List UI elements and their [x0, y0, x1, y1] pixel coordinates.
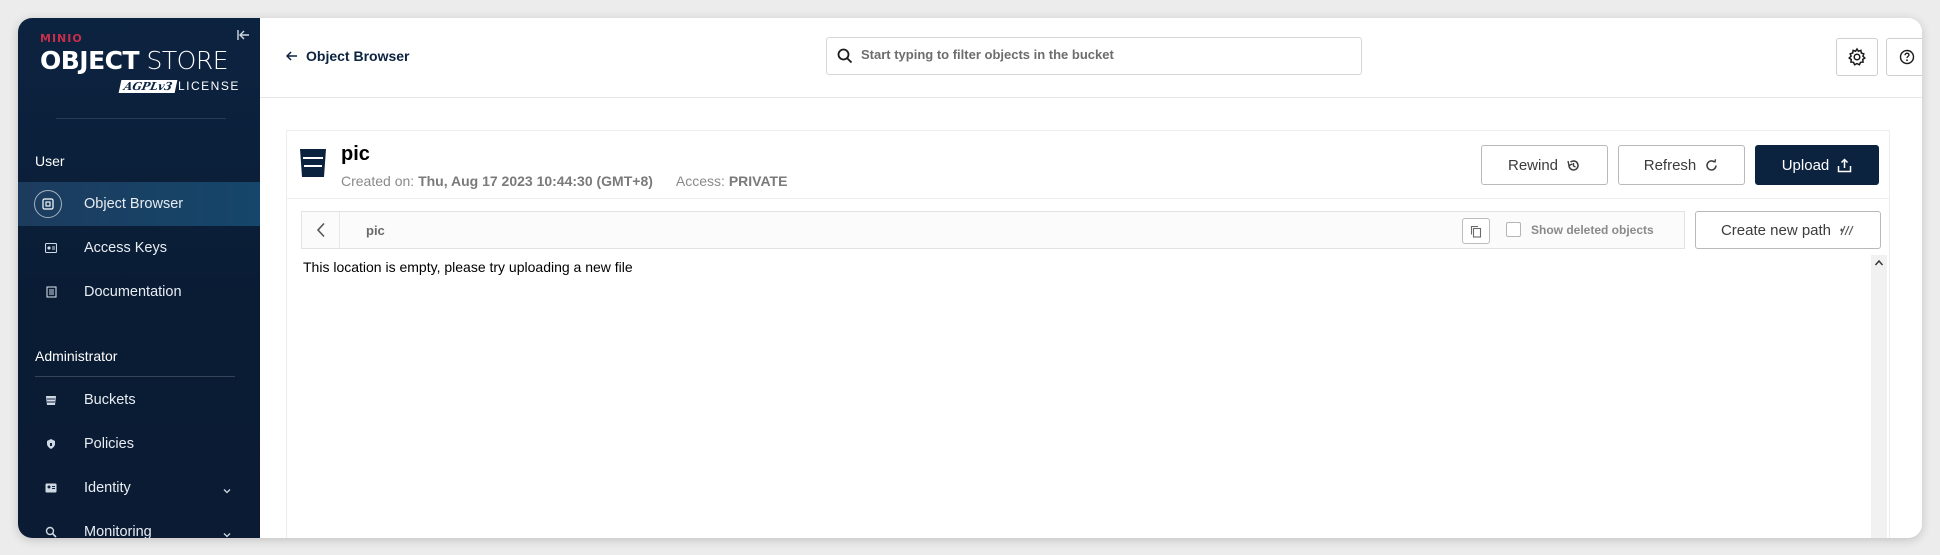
breadcrumb[interactable]: pic	[366, 223, 385, 238]
identity-icon	[42, 479, 60, 497]
chevron-down-icon	[222, 527, 232, 538]
main-content: Object Browser Start typing to filter ob…	[260, 18, 1922, 538]
search-input[interactable]	[861, 47, 1341, 62]
show-deleted-label: Show deleted objects	[1531, 222, 1654, 237]
search-box	[826, 37, 1362, 75]
show-deleted-checkbox[interactable]	[1506, 222, 1521, 237]
sidebar-item-buckets[interactable]: Buckets	[18, 378, 260, 422]
documentation-icon	[42, 283, 60, 301]
sidebar-item-monitoring[interactable]: Monitoring	[18, 510, 260, 538]
collapse-sidebar-icon[interactable]	[236, 28, 252, 44]
sidebar-item-label: Monitoring	[84, 524, 152, 538]
created-value: Thu, Aug 17 2023 10:44:30 (GMT+8)	[418, 173, 653, 189]
object-browser-icon	[34, 190, 62, 218]
refresh-label: Refresh	[1643, 156, 1697, 174]
sidebar-item-label: Buckets	[84, 392, 136, 408]
logo-badge: AGPLv3	[118, 80, 178, 93]
buckets-icon	[42, 391, 60, 409]
create-new-path-button[interactable]: Create new path	[1695, 211, 1881, 249]
sidebar-item-label: Identity	[84, 480, 131, 496]
search-icon	[837, 48, 853, 64]
upload-icon	[1838, 157, 1852, 172]
logo-license: LICENSE	[178, 79, 240, 93]
chevron-left-icon	[316, 222, 325, 238]
sidebar-item-label: Object Browser	[84, 196, 184, 212]
rewind-button[interactable]: Rewind	[1481, 145, 1608, 185]
logo: MINIO OBJECT STORE AGPLv3 LICENSE	[40, 32, 240, 112]
help-button[interactable]	[1886, 38, 1922, 76]
create-path-label: Create new path	[1720, 221, 1832, 239]
back-link[interactable]: Object Browser	[285, 48, 410, 64]
bucket-panel: pic Created on: Thu, Aug 17 2023 10:44:3…	[286, 130, 1890, 538]
sidebar-item-policies[interactable]: Policies	[18, 422, 260, 466]
help-icon	[1899, 49, 1915, 65]
gear-icon	[1848, 47, 1866, 66]
copy-icon	[1470, 225, 1482, 238]
show-deleted-toggle[interactable]: Show deleted objects	[1506, 222, 1654, 237]
access-label: Access:	[675, 173, 725, 189]
settings-button[interactable]	[1836, 38, 1878, 76]
app-window: MINIO OBJECT STORE AGPLv3 LICENSE User O…	[18, 18, 1922, 538]
sidebar-item-access-keys[interactable]: Access Keys	[18, 226, 260, 270]
arrow-left-icon	[285, 48, 298, 64]
monitoring-icon	[42, 523, 60, 538]
sidebar-item-label: Access Keys	[84, 240, 167, 256]
sidebar-item-label: Policies	[84, 436, 134, 452]
refresh-button[interactable]: Refresh	[1618, 145, 1745, 185]
divider	[35, 376, 235, 377]
top-bar: Object Browser	[260, 18, 1922, 98]
section-title-administrator: Administrator	[35, 348, 118, 364]
bucket-header: pic Created on: Thu, Aug 17 2023 10:44:3…	[287, 131, 1889, 199]
sidebar-item-identity[interactable]: Identity	[18, 466, 260, 510]
sidebar: MINIO OBJECT STORE AGPLv3 LICENSE User O…	[18, 18, 260, 538]
empty-state-message: This location is empty, please try uploa…	[303, 259, 633, 275]
sidebar-item-label: Documentation	[84, 284, 182, 300]
created-label: Created on:	[341, 173, 415, 189]
path-back-button[interactable]	[302, 212, 340, 248]
section-title-user: User	[35, 153, 65, 169]
rewind-label: Rewind	[1507, 156, 1559, 174]
sidebar-item-object-browser[interactable]: Object Browser	[18, 182, 260, 226]
policies-icon	[42, 435, 60, 453]
refresh-icon	[1706, 158, 1718, 171]
path-bar: pic Show deleted objects	[301, 211, 1685, 249]
bucket-icon	[299, 147, 327, 179]
chevron-up-icon[interactable]	[1874, 259, 1884, 267]
sidebar-item-documentation[interactable]: Documentation	[18, 270, 260, 314]
bucket-meta: Created on: Thu, Aug 17 2023 10:44:30 (G…	[341, 173, 787, 189]
divider	[56, 118, 226, 119]
access-value: PRIVATE	[728, 173, 788, 189]
logo-title: OBJECT STORE	[40, 46, 229, 75]
access-keys-icon	[42, 239, 60, 257]
upload-button[interactable]: Upload	[1755, 145, 1879, 185]
logo-brand: MINIO	[40, 32, 83, 45]
upload-label: Upload	[1781, 156, 1830, 174]
new-path-icon	[1840, 225, 1854, 236]
bucket-name: pic	[341, 143, 370, 165]
back-link-label: Object Browser	[306, 48, 410, 64]
copy-path-button[interactable]	[1462, 218, 1490, 244]
history-icon	[1567, 159, 1579, 171]
chevron-down-icon	[222, 483, 232, 494]
scrollbar[interactable]	[1871, 255, 1887, 538]
